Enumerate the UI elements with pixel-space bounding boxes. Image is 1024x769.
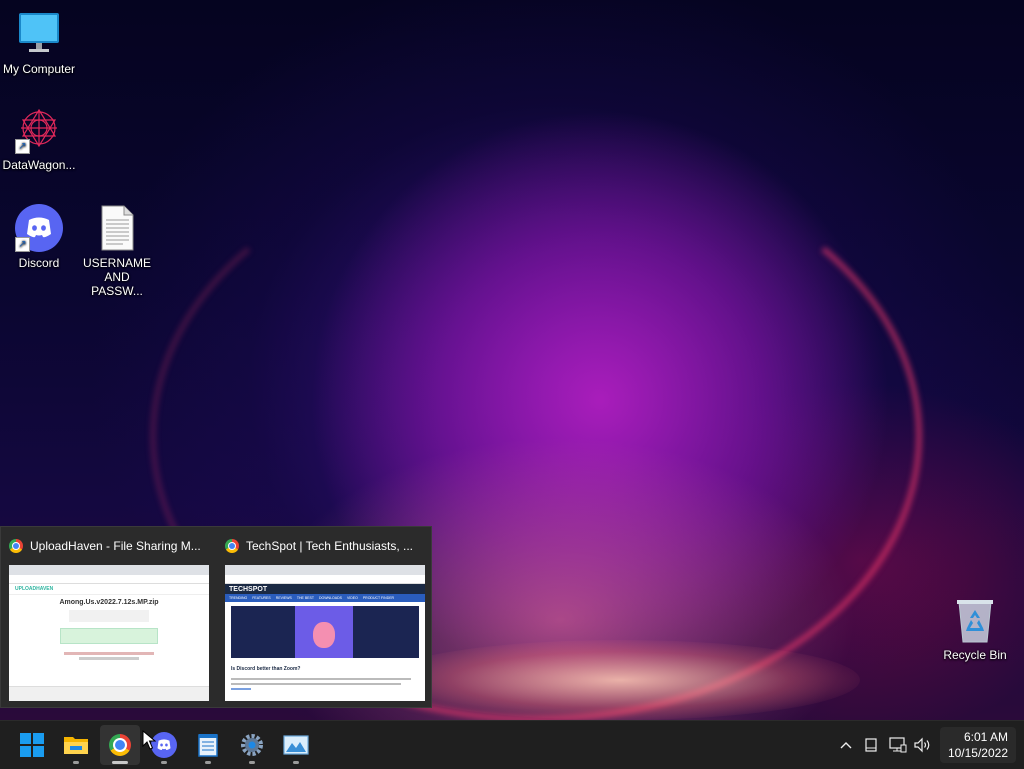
running-indicator [293,761,299,764]
preview-title: UploadHaven - File Sharing M... [30,539,201,553]
active-indicator [112,761,128,764]
chrome-icon [225,539,239,553]
shortcut-arrow-icon: ↗ [15,139,30,154]
volume-icon [914,737,930,753]
taskbar-photos[interactable] [276,725,316,765]
running-indicator [205,761,211,764]
desktop-icon-datawagon[interactable]: ↗ DataWagon... [0,106,78,172]
desktop-icon-label: Discord [18,256,60,270]
desktop-icon-username-file[interactable]: USERNAME AND PASSW... [78,204,156,298]
taskbar-settings[interactable] [232,725,272,765]
show-hidden-icons-button[interactable] [836,735,856,755]
shortcut-arrow-icon: ↗ [15,237,30,252]
wallpaper-glow [380,640,860,720]
taskbar-clock[interactable]: 6:01 AM 10/15/2022 [940,727,1016,763]
chrome-icon [9,539,23,553]
discord-icon: ↗ [15,204,63,252]
taskbar-thumbnail-preview: UploadHaven - File Sharing M... UPLOADHA… [0,526,432,708]
tablet-icon [865,738,877,752]
chrome-icon [109,734,131,756]
windows-logo-icon [20,733,44,757]
desktop-icon-label: My Computer [2,62,76,76]
preview-screenshot: TECHSPOT TRENDING FEATURES REVIEWS THE B… [225,565,425,701]
chevron-up-icon [840,742,852,749]
clock-date: 10/15/2022 [947,746,1008,760]
running-indicator [161,761,167,764]
article-heading: Is Discord better than Zoom? [231,666,301,672]
desktop-icon-label: DataWagon... [2,158,76,172]
taskbar-file-explorer[interactable] [56,725,96,765]
site-nav: TRENDING FEATURES REVIEWS THE BEST DOWNL… [225,594,425,602]
network-icon [889,737,907,753]
preview-screenshot: UPLOADHAVEN Among.Us.v2022.7.12s.MP.zip [9,565,209,701]
site-logo: TECHSPOT [229,585,268,593]
tray-tablet-button[interactable] [861,735,881,755]
start-button[interactable] [12,725,52,765]
taskbar-notepad[interactable] [188,725,228,765]
desktop-icon-label: USERNAME AND PASSW... [82,256,151,298]
datawagon-icon: ↗ [15,106,63,154]
running-indicator [249,761,255,764]
monitor-icon [15,10,63,58]
text-file-icon [93,204,141,252]
desktop-icon-my-computer[interactable]: My Computer [0,10,78,76]
clock-time: 6:01 AM [963,730,1008,744]
preview-window-uploadhaven[interactable]: UploadHaven - File Sharing M... UPLOADHA… [1,527,213,707]
tray-volume-button[interactable] [913,735,933,755]
preview-window-techspot[interactable]: TechSpot | Tech Enthusiasts, ... TECHSPO… [217,527,429,707]
site-logo: UPLOADHAVEN [15,586,54,592]
running-indicator [73,761,79,764]
notepad-icon [198,734,218,757]
gear-icon [241,734,263,756]
desktop-icon-label: Recycle Bin [943,648,1007,662]
preview-title: TechSpot | Tech Enthusiasts, ... [246,539,413,553]
picture-icon [283,735,309,755]
preview-title-bar: UploadHaven - File Sharing M... [9,537,209,555]
folder-icon [64,737,88,754]
desktop-icon-discord[interactable]: ↗ Discord [0,204,78,270]
desktop-icon-recycle-bin[interactable]: Recycle Bin [936,596,1014,662]
mouse-cursor-icon [142,730,156,750]
file-heading: Among.Us.v2022.7.12s.MP.zip [59,599,159,606]
preview-title-bar: TechSpot | Tech Enthusiasts, ... [225,537,425,555]
taskbar-chrome[interactable] [100,725,140,765]
tray-network-button[interactable] [888,735,908,755]
recycle-bin-icon [951,596,999,644]
